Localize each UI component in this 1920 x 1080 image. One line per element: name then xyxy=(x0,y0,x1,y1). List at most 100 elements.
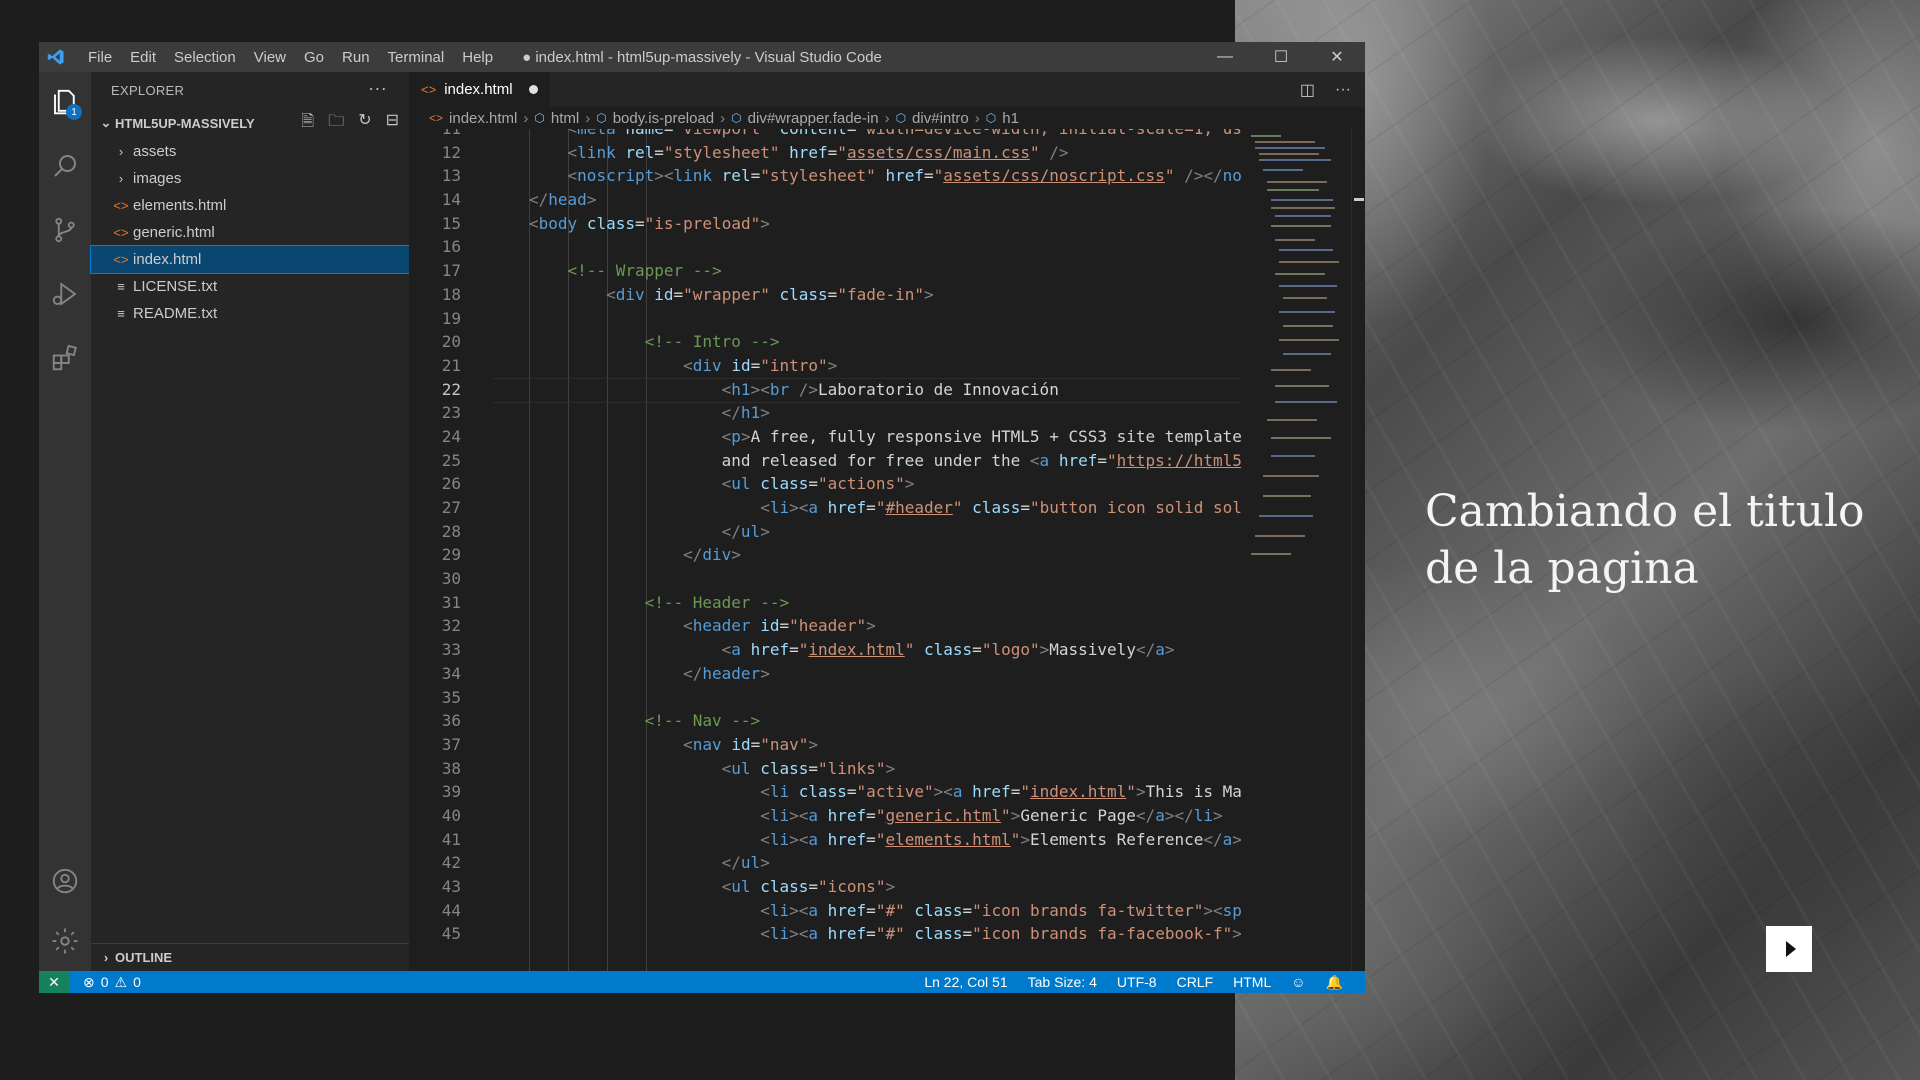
breadcrumb-item[interactable]: div#intro xyxy=(912,110,969,127)
tab-size[interactable]: Tab Size: 4 xyxy=(1028,974,1097,991)
more-actions-icon[interactable]: ··· xyxy=(1335,81,1351,99)
code-line: 31 <!-- Header --> xyxy=(441,592,790,612)
extensions-icon[interactable] xyxy=(39,334,91,382)
chevron-right-icon: › xyxy=(103,950,109,965)
minimap-line xyxy=(1271,369,1311,371)
code-editor[interactable]: 11 <meta name="viewport" content="width=… xyxy=(409,129,1241,971)
minimap[interactable] xyxy=(1241,129,1351,971)
code-line: 37 <nav id="nav"> xyxy=(441,734,819,754)
feedback-icon[interactable]: ☺ xyxy=(1291,974,1305,991)
tree-item-images[interactable]: › images xyxy=(91,165,409,192)
breadcrumb: <> index.html › ⬡ html › ⬡ body.is-prelo… xyxy=(409,107,1365,129)
warning-icon: ⚠ xyxy=(114,973,128,990)
collapse-all-icon[interactable]: ⊟ xyxy=(386,110,399,137)
code-line: 28 </ul> xyxy=(441,521,770,541)
remote-icon[interactable]: ✕ xyxy=(39,971,69,993)
unsaved-dot-icon[interactable] xyxy=(528,85,538,94)
workspace-folder[interactable]: ⌄ HTML5UP-MASSIVELY 🗎 🗀 ↻ ⊟ xyxy=(91,108,409,138)
element-icon: ⬡ xyxy=(534,111,545,125)
menu-go[interactable]: Go xyxy=(295,49,333,66)
minimap-line xyxy=(1259,153,1319,155)
menu-run[interactable]: Run xyxy=(333,49,379,66)
code-line: 40 <li><a href="generic.html">Generic Pa… xyxy=(441,805,1223,825)
code-line: 42 </ul> xyxy=(441,853,770,873)
chevron-down-icon: ⌄ xyxy=(100,115,112,130)
tab-index-html[interactable]: <> index.html xyxy=(409,72,550,107)
chevron-right-icon: › xyxy=(118,144,124,159)
minimap-line xyxy=(1283,353,1331,355)
breadcrumb-item[interactable]: html xyxy=(551,110,579,127)
code-line: 41 <li><a href="elements.html">Elements … xyxy=(441,829,1241,849)
close-icon[interactable]: ✕ xyxy=(1309,42,1365,72)
title-bar: File Edit Selection View Go Run Terminal… xyxy=(39,42,1365,72)
minimap-line xyxy=(1271,225,1331,227)
minimap-line xyxy=(1251,553,1291,555)
menu-edit[interactable]: Edit xyxy=(121,49,165,66)
vscode-window: File Edit Selection View Go Run Terminal… xyxy=(39,42,1365,993)
language-mode[interactable]: HTML xyxy=(1233,974,1271,991)
explorer-title: EXPLORER xyxy=(111,82,185,98)
tree-item-elements-html[interactable]: <> elements.html xyxy=(91,192,409,219)
code-line: 20 <!-- Intro --> xyxy=(441,332,780,352)
tree-item-label: LICENSE.txt xyxy=(133,278,218,295)
breadcrumb-item[interactable]: h1 xyxy=(1002,110,1019,127)
source-control-icon[interactable] xyxy=(39,206,91,254)
breadcrumb-item[interactable]: index.html xyxy=(449,110,517,127)
menu-view[interactable]: View xyxy=(245,49,295,66)
new-file-icon[interactable]: 🗎 xyxy=(301,110,314,137)
chevron-right-icon: › xyxy=(720,109,726,127)
problems-indicator[interactable]: ⊗ 0 ⚠ 0 xyxy=(83,974,141,991)
outline-section[interactable]: › OUTLINE xyxy=(91,943,409,971)
notifications-bell-icon[interactable]: 🔔 xyxy=(1326,974,1343,991)
tree-item-license[interactable]: ≡ LICENSE.txt xyxy=(91,273,409,300)
menu-terminal[interactable]: Terminal xyxy=(379,49,454,66)
explorer-icon[interactable]: 1 xyxy=(39,78,91,126)
code-line: 17 <!-- Wrapper --> xyxy=(441,261,722,281)
minimap-line xyxy=(1259,515,1313,517)
cursor-position[interactable]: Ln 22, Col 51 xyxy=(924,974,1007,991)
code-line: 26 <ul class="actions"> xyxy=(441,474,915,494)
minimap-line xyxy=(1255,147,1325,149)
minimap-line xyxy=(1275,273,1325,275)
maximize-icon[interactable]: ☐ xyxy=(1253,42,1309,72)
tree-item-index-html[interactable]: <> index.html xyxy=(90,245,410,274)
code-line: 21 <div id="intro"> xyxy=(441,355,838,375)
next-slide-button[interactable] xyxy=(1766,926,1812,972)
split-editor-icon[interactable]: ◫ xyxy=(1300,80,1315,100)
menu-selection[interactable]: Selection xyxy=(165,49,245,66)
warning-count: 0 xyxy=(133,973,141,990)
minimap-line xyxy=(1263,495,1311,497)
minimize-icon[interactable]: — xyxy=(1197,42,1253,72)
menu-help[interactable]: Help xyxy=(453,49,502,66)
run-debug-icon[interactable] xyxy=(39,270,91,318)
minimap-line xyxy=(1259,159,1331,161)
minimap-line xyxy=(1263,475,1319,477)
workspace-folder-label: HTML5UP-MASSIVELY xyxy=(115,115,255,131)
tab-label: index.html xyxy=(444,81,513,98)
window-controls: — ☐ ✕ xyxy=(1197,42,1365,72)
minimap-line xyxy=(1267,189,1319,191)
tree-item-generic-html[interactable]: <> generic.html xyxy=(91,219,409,246)
encoding[interactable]: UTF-8 xyxy=(1117,974,1157,991)
search-icon[interactable] xyxy=(39,142,91,190)
more-actions-icon[interactable]: ··· xyxy=(368,78,387,99)
menu-file[interactable]: File xyxy=(79,49,121,66)
tree-item-readme[interactable]: ≡ README.txt xyxy=(91,300,409,327)
vertical-scrollbar[interactable] xyxy=(1351,129,1365,971)
minimap-line xyxy=(1275,401,1337,403)
refresh-icon[interactable]: ↻ xyxy=(358,110,371,137)
tree-item-label: generic.html xyxy=(133,224,215,241)
breadcrumb-item[interactable]: div#wrapper.fade-in xyxy=(748,110,879,127)
end-of-line[interactable]: CRLF xyxy=(1177,974,1214,991)
breadcrumb-item[interactable]: body.is-preload xyxy=(613,110,714,127)
code-line: 23 </h1> xyxy=(441,403,770,423)
account-icon[interactable] xyxy=(39,857,91,905)
minimap-line xyxy=(1271,437,1331,439)
element-icon: ⬡ xyxy=(985,111,997,125)
element-icon: ⬡ xyxy=(731,111,742,125)
tree-item-assets[interactable]: › assets xyxy=(91,138,409,165)
new-folder-icon[interactable]: 🗀 xyxy=(328,110,344,137)
scrollbar-thumb[interactable] xyxy=(1354,198,1364,201)
settings-gear-icon[interactable] xyxy=(39,917,91,965)
minimap-line xyxy=(1275,215,1331,217)
